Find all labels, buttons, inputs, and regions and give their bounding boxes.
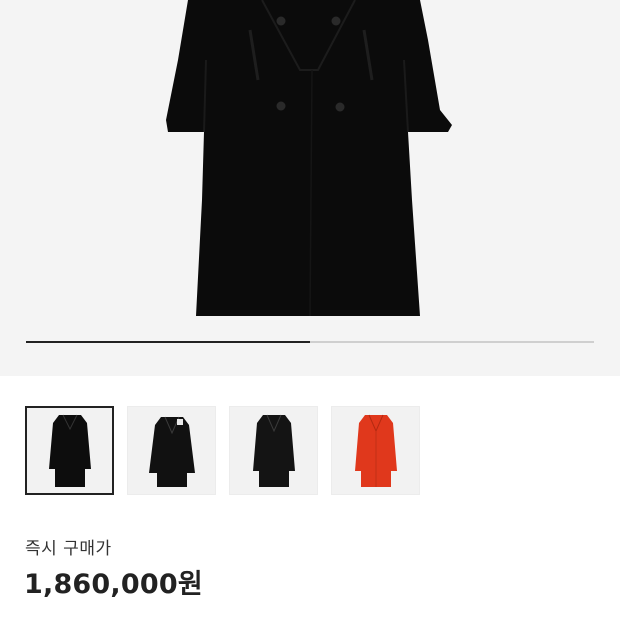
- thumbnail-2[interactable]: [127, 406, 216, 495]
- coat-thumbnail-icon: [252, 414, 295, 487]
- product-thumbnail-list: [25, 406, 420, 495]
- coat-image: [166, 0, 452, 317]
- coat-shape: [166, 0, 452, 316]
- price-value: 1,860,000원: [24, 569, 203, 600]
- carousel-progress-fill: [26, 341, 310, 343]
- product-main-image[interactable]: [0, 0, 620, 376]
- coat-thumbnail-icon: [354, 414, 397, 487]
- thumbnail-4[interactable]: [331, 406, 420, 495]
- image-carousel-progress: [26, 341, 594, 343]
- thumbnail-1[interactable]: [25, 406, 114, 495]
- product-detail-page: 즉시 구매가 1,860,000원: [0, 0, 620, 620]
- thumbnail-3[interactable]: [229, 406, 318, 495]
- coat-thumbnail-icon: [48, 414, 91, 487]
- price-label: 즉시 구매가: [25, 539, 112, 559]
- coat-thumbnail-icon: [148, 416, 195, 487]
